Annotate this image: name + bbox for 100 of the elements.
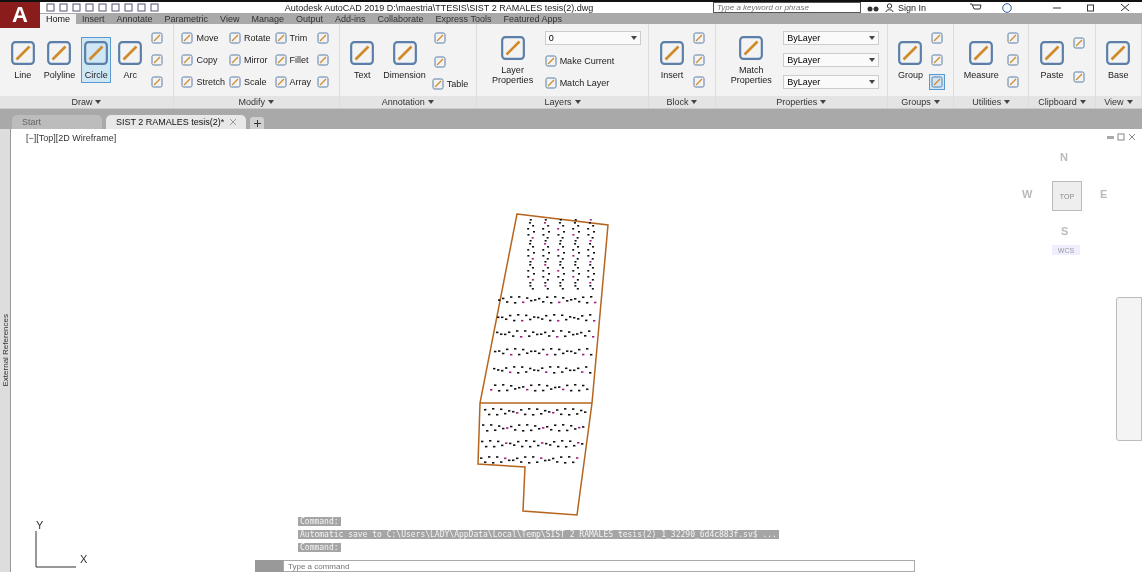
tool-button[interactable] xyxy=(1004,29,1021,46)
ribbon-button[interactable]: Array xyxy=(274,76,311,89)
tool-icon xyxy=(349,40,376,66)
ribbon-tab[interactable]: Manage xyxy=(245,14,290,24)
tool-button[interactable] xyxy=(149,52,166,68)
tool-button[interactable] xyxy=(149,29,166,46)
command-field[interactable]: Type a command xyxy=(283,560,915,572)
tool-button[interactable] xyxy=(690,74,707,91)
caret-icon xyxy=(268,100,274,104)
ribbon-button[interactable]: Polyline xyxy=(41,37,78,83)
tool-button[interactable] xyxy=(1004,52,1021,68)
ribbon-tab[interactable]: Express Tools xyxy=(429,14,498,24)
ribbon-tab[interactable]: Home xyxy=(40,14,76,24)
ribbon-tab[interactable]: Parametric xyxy=(158,14,215,24)
tool-button[interactable] xyxy=(690,52,707,68)
tool-icon xyxy=(433,32,446,45)
ribbon-button[interactable]: Scale xyxy=(228,76,271,89)
ucs-icon xyxy=(35,530,77,568)
ribbon-tab[interactable]: View xyxy=(214,14,246,24)
panel-title[interactable]: Modify xyxy=(238,97,265,107)
tool-button[interactable] xyxy=(315,74,331,91)
viewport-label[interactable]: [−][Top][2D Wireframe] xyxy=(26,133,117,143)
ribbon-button[interactable]: Mirror xyxy=(228,54,271,66)
viewport-controls-icon[interactable] xyxy=(1106,133,1136,141)
tool-icon xyxy=(1105,40,1132,66)
ribbon-tab[interactable]: Insert xyxy=(76,14,111,24)
tool-button[interactable] xyxy=(929,52,946,68)
ribbon-button[interactable]: Paste xyxy=(1037,37,1068,83)
ribbon-button[interactable]: Insert xyxy=(656,37,687,83)
tool-icon xyxy=(931,76,944,89)
ribbon-button[interactable]: Dimension xyxy=(381,37,428,83)
tool-icon xyxy=(391,40,418,66)
restore-icon[interactable] xyxy=(1086,3,1096,12)
close-icon[interactable] xyxy=(1120,3,1130,12)
side-palette[interactable]: External References xyxy=(0,129,11,572)
tool-button[interactable] xyxy=(1004,74,1021,91)
dropdown[interactable]: ByLayer xyxy=(783,53,880,67)
ribbon-button[interactable]: Layer Properties xyxy=(484,32,541,88)
tool-button[interactable] xyxy=(431,54,448,70)
ribbon-button[interactable]: Text xyxy=(347,37,378,83)
user-icon[interactable] xyxy=(884,3,894,12)
document-tab[interactable]: SIST 2 RAMALES tesis(2)* xyxy=(106,115,247,129)
ribbon-tab[interactable]: Annotate xyxy=(110,14,159,24)
ribbon-button[interactable]: Make Current xyxy=(544,55,641,67)
tool-icon xyxy=(274,54,287,66)
caret-icon xyxy=(820,100,827,104)
tool-button[interactable] xyxy=(315,52,331,68)
ribbon-button[interactable]: Trim xyxy=(274,31,311,44)
tool-icon xyxy=(9,40,36,66)
tool-icon xyxy=(228,54,241,66)
tool-icon xyxy=(1006,76,1019,89)
tool-icon xyxy=(274,76,287,89)
tool-icon xyxy=(897,40,924,66)
ribbon-button[interactable]: Move xyxy=(181,31,225,44)
ribbon-tab[interactable]: Collaborate xyxy=(371,14,430,24)
panel-title[interactable]: Layers xyxy=(544,97,572,107)
ribbon-button[interactable]: Rotate xyxy=(228,31,271,44)
tool-button[interactable] xyxy=(690,29,707,46)
tool-button[interactable] xyxy=(315,29,331,46)
ribbon-button[interactable]: Match Properties xyxy=(723,32,780,88)
tool-button[interactable] xyxy=(149,74,166,91)
help-icon[interactable] xyxy=(1002,2,1012,13)
ribbon-button[interactable]: Table xyxy=(431,77,469,90)
ribbon-button[interactable]: Copy xyxy=(181,54,225,66)
search-field[interactable]: Type a keyword or phrase xyxy=(712,2,861,13)
dropdown[interactable]: ByLayer xyxy=(783,75,880,90)
ribbon-tab[interactable]: Output xyxy=(289,14,329,24)
ribbon-button[interactable]: Line xyxy=(7,37,38,83)
tool-icon xyxy=(544,76,557,89)
ribbon-button[interactable]: Arc xyxy=(115,37,146,83)
tool-icon xyxy=(46,40,73,66)
app-menu-button[interactable]: A xyxy=(0,2,40,28)
ribbon-button[interactable]: Stretch xyxy=(181,76,225,89)
ribbon-tab[interactable]: Add-ins xyxy=(329,14,372,24)
tool-icon xyxy=(1073,70,1086,83)
caret-icon xyxy=(933,100,940,104)
new-tab-button[interactable] xyxy=(250,117,265,129)
ribbon-button[interactable]: Base xyxy=(1103,37,1134,83)
tool-icon xyxy=(1073,37,1086,50)
dropdown[interactable]: 0 xyxy=(544,31,641,46)
caret-icon xyxy=(869,58,876,62)
ribbon-button[interactable]: Group xyxy=(895,37,926,83)
tool-button[interactable] xyxy=(929,29,946,46)
tool-icon xyxy=(151,31,164,44)
tool-button[interactable] xyxy=(1071,68,1088,85)
sign-in-link[interactable]: Sign In xyxy=(897,2,926,13)
tool-button[interactable] xyxy=(431,30,448,47)
tool-button[interactable] xyxy=(929,74,946,91)
dropdown[interactable]: ByLayer xyxy=(783,30,880,45)
navigation-bar[interactable] xyxy=(1116,297,1142,441)
tool-button[interactable] xyxy=(1071,35,1088,52)
ribbon-button[interactable]: Measure xyxy=(961,37,1001,83)
caret-icon xyxy=(427,100,434,104)
tool-icon xyxy=(151,76,164,89)
ribbon-tab[interactable]: Featured Apps xyxy=(497,14,568,24)
ribbon-button[interactable]: Match Layer xyxy=(544,76,641,89)
ribbon-button[interactable]: Circle xyxy=(81,37,112,83)
ribbon-button[interactable]: Fillet xyxy=(274,54,311,66)
panel-title[interactable]: Draw xyxy=(71,97,93,107)
cart-icon[interactable] xyxy=(970,3,982,12)
